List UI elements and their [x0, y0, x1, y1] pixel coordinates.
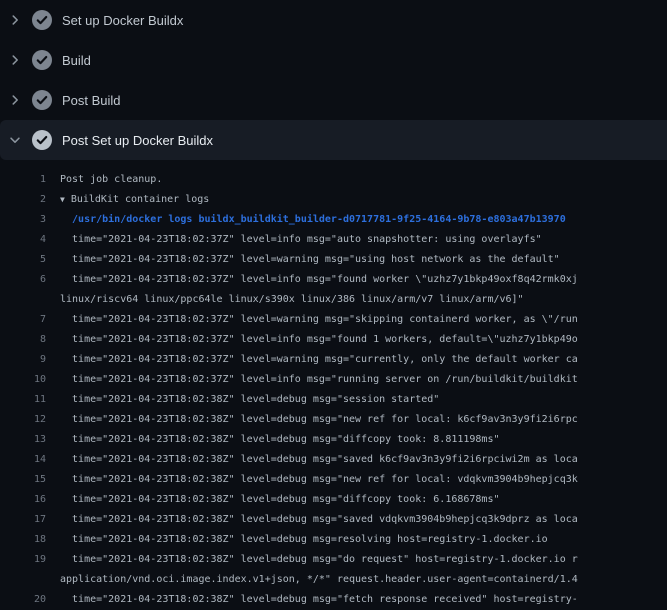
log-line-number[interactable]: 3 [0, 210, 46, 230]
step-section-set-up-docker-buildx[interactable]: Set up Docker Buildx [0, 0, 667, 40]
log-line-number[interactable]: 12 [0, 410, 46, 430]
log-line-text: time="2021-04-23T18:02:37Z" level=warnin… [60, 310, 578, 330]
chevron-right-icon [8, 93, 22, 107]
log-line: 10 time="2021-04-23T18:02:37Z" level=inf… [0, 370, 667, 390]
log-command-text: /usr/bin/docker logs buildx_buildkit_bui… [60, 210, 566, 230]
log-line-number [0, 570, 46, 590]
log-line: 1 Post job cleanup. [0, 170, 667, 190]
log-line: 15 time="2021-04-23T18:02:38Z" level=deb… [0, 470, 667, 490]
log-line-number[interactable]: 5 [0, 250, 46, 270]
log-line-number[interactable]: 13 [0, 430, 46, 450]
log-line: 7 time="2021-04-23T18:02:37Z" level=warn… [0, 310, 667, 330]
log-line-text: application/vnd.oci.image.index.v1+json,… [60, 570, 578, 590]
log-line-wrap: linux/riscv64 linux/ppc64le linux/s390x … [0, 290, 667, 310]
chevron-right-icon [8, 53, 22, 67]
log-line: 2 ▼ BuildKit container logs [0, 190, 667, 210]
chevron-right-icon [8, 13, 22, 27]
log-line: 13 time="2021-04-23T18:02:38Z" level=deb… [0, 430, 667, 450]
log-line-number[interactable]: 2 [0, 190, 46, 210]
log-line: 14 time="2021-04-23T18:02:38Z" level=deb… [0, 450, 667, 470]
log-line-text: time="2021-04-23T18:02:38Z" level=debug … [60, 470, 578, 490]
log-line: 20 time="2021-04-23T18:02:38Z" level=deb… [0, 590, 667, 610]
log-group-toggle[interactable]: ▼ BuildKit container logs [60, 190, 209, 210]
log-line-number[interactable]: 9 [0, 350, 46, 370]
triangle-down-icon: ▼ [60, 195, 65, 204]
log-line-number[interactable]: 19 [0, 550, 46, 570]
log-line: 11 time="2021-04-23T18:02:38Z" level=deb… [0, 390, 667, 410]
log-line-text: Post job cleanup. [60, 170, 162, 190]
log-line-number[interactable]: 17 [0, 510, 46, 530]
log-line: 6 time="2021-04-23T18:02:37Z" level=info… [0, 270, 667, 290]
log-line-text: linux/riscv64 linux/ppc64le linux/s390x … [60, 290, 524, 310]
log-line-number[interactable]: 6 [0, 270, 46, 290]
log-line: 16 time="2021-04-23T18:02:38Z" level=deb… [0, 490, 667, 510]
log-line-text: time="2021-04-23T18:02:38Z" level=debug … [60, 510, 578, 530]
log-line-text: time="2021-04-23T18:02:38Z" level=debug … [60, 490, 500, 510]
log-line-number[interactable]: 8 [0, 330, 46, 350]
check-circle-icon [32, 50, 52, 70]
log-line-text: time="2021-04-23T18:02:38Z" level=debug … [60, 550, 578, 570]
log-line: 5 time="2021-04-23T18:02:37Z" level=warn… [0, 250, 667, 270]
log-line-wrap: application/vnd.oci.image.index.v1+json,… [0, 570, 667, 590]
log-group-label: BuildKit container logs [71, 194, 209, 205]
check-circle-icon [32, 10, 52, 30]
log-line: 8 time="2021-04-23T18:02:37Z" level=info… [0, 330, 667, 350]
step-section-label: Post Build [62, 93, 121, 108]
log-line-number[interactable]: 7 [0, 310, 46, 330]
log-viewer: 1 Post job cleanup. 2 ▼ BuildKit containe… [0, 160, 667, 610]
log-line-text: time="2021-04-23T18:02:38Z" level=debug … [60, 450, 578, 470]
log-line-text: time="2021-04-23T18:02:38Z" level=debug … [60, 590, 578, 610]
step-section-label: Post Set up Docker Buildx [62, 133, 213, 148]
step-section-post-build[interactable]: Post Build [0, 80, 667, 120]
log-line-text: time="2021-04-23T18:02:37Z" level=warnin… [60, 250, 560, 270]
log-line-text: time="2021-04-23T18:02:37Z" level=info m… [60, 330, 578, 350]
log-line: 12 time="2021-04-23T18:02:38Z" level=deb… [0, 410, 667, 430]
log-line-text: time="2021-04-23T18:02:38Z" level=debug … [60, 390, 439, 410]
log-line-number[interactable]: 10 [0, 370, 46, 390]
log-line-text: time="2021-04-23T18:02:37Z" level=info m… [60, 370, 578, 390]
log-line-number[interactable]: 16 [0, 490, 46, 510]
check-circle-icon [32, 90, 52, 110]
log-line-text: time="2021-04-23T18:02:38Z" level=debug … [60, 430, 500, 450]
log-line: 9 time="2021-04-23T18:02:37Z" level=warn… [0, 350, 667, 370]
log-line: 18 time="2021-04-23T18:02:38Z" level=deb… [0, 530, 667, 550]
log-line-number[interactable]: 1 [0, 170, 46, 190]
log-line-text: time="2021-04-23T18:02:37Z" level=info m… [60, 270, 578, 290]
log-line-text: time="2021-04-23T18:02:37Z" level=warnin… [60, 350, 578, 370]
log-line: 17 time="2021-04-23T18:02:38Z" level=deb… [0, 510, 667, 530]
chevron-down-icon [8, 133, 22, 147]
step-list: Set up Docker Buildx Build Post Build Po… [0, 0, 667, 160]
log-line-number[interactable]: 11 [0, 390, 46, 410]
log-line-text: time="2021-04-23T18:02:38Z" level=debug … [60, 410, 578, 430]
log-line-text: time="2021-04-23T18:02:38Z" level=debug … [60, 530, 548, 550]
step-section-build[interactable]: Build [0, 40, 667, 80]
step-section-post-set-up-docker-buildx[interactable]: Post Set up Docker Buildx [0, 120, 667, 160]
check-circle-icon [32, 130, 52, 150]
log-line-number[interactable]: 14 [0, 450, 46, 470]
log-line-number[interactable]: 20 [0, 590, 46, 610]
log-line: 19 time="2021-04-23T18:02:38Z" level=deb… [0, 550, 667, 570]
log-line-number[interactable]: 4 [0, 230, 46, 250]
step-section-label: Build [62, 53, 91, 68]
step-section-label: Set up Docker Buildx [62, 13, 183, 28]
log-line-number[interactable]: 18 [0, 530, 46, 550]
log-line-text: time="2021-04-23T18:02:37Z" level=info m… [60, 230, 542, 250]
log-line: 3 /usr/bin/docker logs buildx_buildkit_b… [0, 210, 667, 230]
log-line-number[interactable]: 15 [0, 470, 46, 490]
log-line-number [0, 290, 46, 310]
log-line: 4 time="2021-04-23T18:02:37Z" level=info… [0, 230, 667, 250]
